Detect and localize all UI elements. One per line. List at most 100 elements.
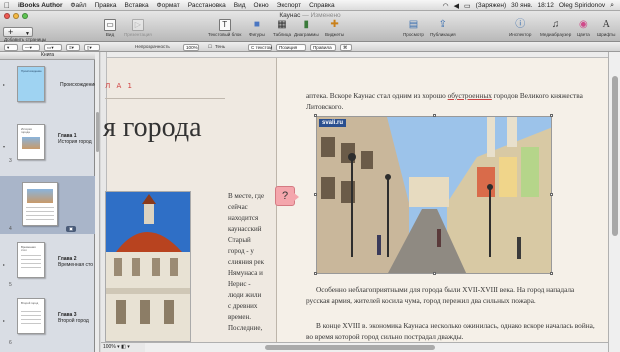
menubar-time[interactable]: 18:12 bbox=[538, 2, 554, 9]
horizontal-scrollbar-knob[interactable] bbox=[265, 345, 435, 350]
page-thumbnail[interactable] bbox=[22, 182, 58, 226]
view-label: Вид bbox=[105, 32, 115, 37]
spotlight-icon[interactable]: ⌕ bbox=[610, 2, 614, 10]
menu-file[interactable]: Файл bbox=[67, 2, 91, 9]
chapter-heading[interactable]: я города bbox=[103, 112, 202, 144]
sidebar-row-selected-page[interactable]: ▣ 4 bbox=[0, 176, 95, 234]
sidebar-row-label: Происхождение bbox=[60, 82, 97, 88]
chapter-marker[interactable]: Л А 1 bbox=[105, 82, 134, 90]
widgets-button[interactable]: ✚ Виджеты bbox=[325, 19, 344, 37]
shapes-icon: ■ bbox=[253, 19, 260, 30]
horizontal-ruler[interactable] bbox=[107, 52, 608, 58]
preview-button[interactable]: ▤ Просмотр bbox=[403, 19, 424, 37]
menubar-user[interactable]: Oleg Spiridonov bbox=[559, 2, 605, 9]
fonts-icon: A bbox=[602, 19, 610, 30]
body-paragraph-2[interactable]: Особенно неблагоприятными для города был… bbox=[306, 284, 596, 306]
rules-button[interactable]: Правила bbox=[310, 43, 336, 51]
media-browser-button[interactable]: ♫ Медиабраузер bbox=[540, 19, 571, 37]
menu-format[interactable]: Формат bbox=[153, 2, 184, 9]
sidebar-row-chapter-2[interactable]: ▸ Временная стол Глава 2 Временная сто 5 bbox=[0, 240, 95, 290]
menubar-date[interactable]: 30 янв. bbox=[511, 2, 532, 9]
zoom-control[interactable]: 100% ▾ ◧ ▾ bbox=[101, 342, 145, 352]
volume-icon[interactable]: ◀ bbox=[454, 2, 459, 10]
add-page-button[interactable]: + ▼ bbox=[3, 27, 33, 37]
inline-text-button[interactable]: С текстом bbox=[248, 43, 272, 51]
apple-menu-icon[interactable]:  bbox=[0, 1, 14, 10]
page-thumbnail[interactable]: Происхождение bbox=[17, 66, 45, 102]
menu-app[interactable]: iBooks Author bbox=[14, 2, 67, 9]
menu-arrange[interactable]: Расстановка bbox=[184, 2, 230, 9]
publish-icon: ⇪ bbox=[438, 19, 448, 30]
zoom-value[interactable]: 100% bbox=[103, 344, 116, 350]
menu-edit[interactable]: Правка bbox=[91, 2, 121, 9]
fonts-button[interactable]: A Шрифты bbox=[597, 19, 615, 37]
charts-button[interactable]: ▮ Диаграммы bbox=[294, 19, 319, 37]
text-box-button[interactable]: T Текстовый блок bbox=[208, 19, 241, 37]
shapes-button[interactable]: ■ Фигуры bbox=[249, 19, 265, 37]
wrap-dropdown[interactable]: ▯▾ bbox=[84, 43, 100, 51]
sidebar-scrollbar[interactable] bbox=[95, 52, 100, 352]
body-paragraph-1[interactable]: аптека. Вскоре Каунас стал одним из хоро… bbox=[306, 90, 596, 112]
page-canvas[interactable]: Л А 1 я города В месте, где сейчас наход… bbox=[101, 52, 608, 342]
fill-dropdown[interactable]: ▭▾ bbox=[44, 43, 62, 51]
stroke-dropdown[interactable]: —▾ bbox=[22, 43, 40, 51]
disclosure-triangle-icon[interactable]: ▸ bbox=[3, 82, 5, 87]
sidebar-scrollbar-knob[interactable] bbox=[96, 112, 99, 152]
resize-handle[interactable] bbox=[314, 193, 317, 196]
resize-handle[interactable] bbox=[433, 114, 436, 117]
battery-icon[interactable]: ▭ bbox=[464, 2, 471, 10]
opacity-field[interactable]: 100% bbox=[183, 43, 199, 51]
disclosure-triangle-icon[interactable]: ▾ bbox=[3, 144, 5, 149]
menu-insert[interactable]: Вставка bbox=[121, 2, 153, 9]
canvas-horizontal-scrollbar[interactable] bbox=[145, 342, 608, 352]
presentation-button[interactable]: ▷ Презентация bbox=[124, 19, 152, 37]
menu-export[interactable]: Экспорт bbox=[273, 2, 305, 9]
body-paragraph-3[interactable]: В конце XVIII в. экономика Каунаса неско… bbox=[306, 320, 596, 342]
sidebar-row-chapter-3[interactable]: ▸ Второй город Глава 3 Второй город 6 bbox=[0, 296, 95, 350]
menu-window[interactable]: Окно bbox=[250, 2, 273, 9]
publish-button[interactable]: ⇪ Публикация bbox=[430, 19, 456, 37]
table-button[interactable]: ▦ Таблица bbox=[273, 19, 291, 37]
page-thumbnail[interactable]: Временная стол bbox=[17, 242, 45, 278]
thumbnail-title: Временная стол bbox=[21, 245, 36, 252]
disclosure-triangle-icon[interactable]: ▸ bbox=[3, 262, 5, 267]
link-button[interactable]: ⌘ bbox=[340, 43, 352, 51]
position-button[interactable]: Позиция bbox=[276, 43, 306, 51]
disclosure-triangle-icon[interactable]: ▸ bbox=[3, 318, 5, 323]
book-sidebar: Книга ▸ Происхождение Происхождение ▾ Ис… bbox=[0, 52, 97, 352]
view-icon: ▭ bbox=[104, 19, 116, 31]
left-text-column[interactable]: В месте, где сейчас находится каунасский… bbox=[228, 191, 276, 334]
style-dropdown[interactable]: ▾ bbox=[4, 43, 18, 51]
shadow-checkbox[interactable]: ☐ bbox=[208, 44, 212, 50]
page-thumbnail[interactable]: Второй город bbox=[17, 298, 45, 334]
thumbnail-title: Второй город bbox=[21, 301, 39, 305]
resize-handle[interactable] bbox=[314, 114, 317, 117]
text-box-icon: T bbox=[218, 19, 231, 31]
resize-handle[interactable] bbox=[433, 272, 436, 275]
resize-handle[interactable] bbox=[550, 193, 553, 196]
table-icon: ▦ bbox=[277, 19, 287, 30]
inspector-button[interactable]: ⓘ Инспектор bbox=[509, 19, 531, 37]
help-note-button[interactable]: ? bbox=[275, 186, 299, 206]
page-thumbnail[interactable]: История города bbox=[17, 124, 45, 160]
resize-handle[interactable] bbox=[314, 272, 317, 275]
menu-help[interactable]: Справка bbox=[305, 2, 339, 9]
canvas-vertical-scrollbar[interactable] bbox=[608, 52, 620, 352]
view-button[interactable]: ▭ Вид bbox=[104, 19, 116, 37]
menu-bar:  iBooks Author Файл Правка Вставка Форм… bbox=[0, 0, 620, 11]
church-image bbox=[106, 192, 190, 341]
colors-button[interactable]: ◉ Цвета bbox=[577, 19, 590, 37]
resize-handle[interactable] bbox=[550, 114, 553, 117]
vertical-scrollbar-knob[interactable] bbox=[612, 76, 618, 236]
text-box-label: Текстовый блок bbox=[208, 32, 242, 37]
sidebar-row-origin[interactable]: ▸ Происхождение Происхождение bbox=[0, 64, 97, 108]
widgets-icon: ✚ bbox=[330, 19, 339, 30]
sidebar-row-chapter-1[interactable]: ▾ История города Глава 1 История город 3 bbox=[0, 120, 95, 168]
street-photo[interactable]: svali.ru bbox=[316, 116, 552, 274]
resize-handle[interactable] bbox=[550, 272, 553, 275]
menu-view[interactable]: Вид bbox=[230, 2, 250, 9]
wifi-icon[interactable]: ◠ bbox=[443, 2, 449, 10]
widgets-label: Виджеты bbox=[325, 32, 345, 37]
church-photo[interactable] bbox=[105, 191, 191, 342]
line-style-dropdown[interactable]: ≡▾ bbox=[66, 43, 80, 51]
